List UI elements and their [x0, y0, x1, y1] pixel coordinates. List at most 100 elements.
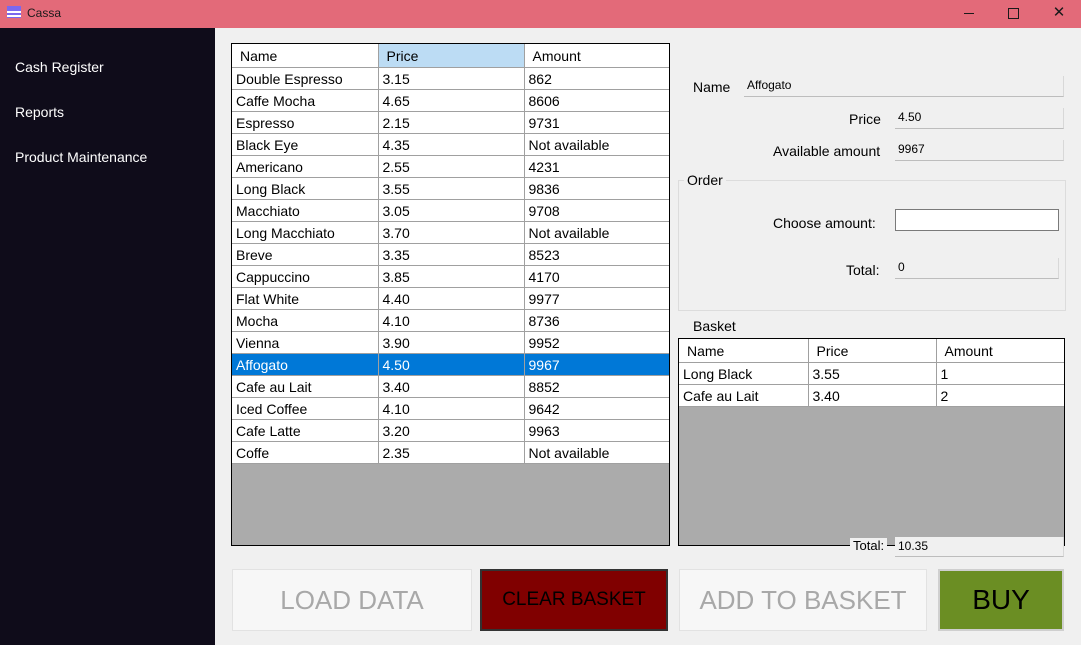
products-cell[interactable]: Affogato — [232, 353, 379, 376]
basket-cell[interactable]: 3.40 — [808, 384, 937, 407]
products-cell[interactable]: 2.35 — [378, 441, 525, 464]
products-row[interactable]: Black Eye 4.35 Not available — [232, 133, 669, 156]
add-to-basket-button[interactable]: ADD TO BASKET — [679, 569, 927, 631]
products-cell[interactable]: Cafe au Lait — [232, 375, 379, 398]
products-cell[interactable]: Iced Coffee — [232, 397, 379, 420]
basket-cell[interactable]: Long Black — [679, 362, 809, 385]
products-row[interactable]: Macchiato 3.05 9708 — [232, 199, 669, 222]
products-cell[interactable]: Cappuccino — [232, 265, 379, 288]
products-cell[interactable]: 8736 — [524, 309, 669, 332]
products-column-header[interactable]: Price — [378, 44, 525, 68]
products-cell[interactable]: 4.35 — [378, 133, 525, 156]
basket-column-header[interactable]: Amount — [936, 339, 1064, 363]
products-cell[interactable]: 4.40 — [378, 287, 525, 310]
products-column-header[interactable]: Amount — [524, 44, 669, 68]
products-cell[interactable]: 3.70 — [378, 221, 525, 244]
basket-row[interactable]: Cafe au Lait 3.40 2 — [679, 384, 1064, 407]
basket-cell[interactable]: 3.55 — [808, 362, 937, 385]
products-cell[interactable]: 4.50 — [378, 353, 525, 376]
products-row[interactable]: Americano 2.55 4231 — [232, 155, 669, 178]
products-row[interactable]: Long Macchiato 3.70 Not available — [232, 221, 669, 244]
basket-grid[interactable]: Name Price Amount Long Black 3.55 1 Cafe au L… — [678, 338, 1065, 546]
products-cell[interactable]: Cafe Latte — [232, 419, 379, 442]
products-cell[interactable]: 8523 — [524, 243, 669, 266]
products-cell[interactable]: 9731 — [524, 111, 669, 134]
buy-button[interactable]: BUY — [938, 569, 1064, 631]
products-row[interactable]: Espresso 2.15 9731 — [232, 111, 669, 134]
products-cell[interactable]: 9952 — [524, 331, 669, 354]
basket-cell[interactable]: Cafe au Lait — [679, 384, 809, 407]
products-row[interactable]: Vienna 3.90 9952 — [232, 331, 669, 354]
products-row[interactable]: Coffe 2.35 Not available — [232, 441, 669, 464]
products-row[interactable]: Double Espresso 3.15 862 — [232, 67, 669, 90]
maximize-button[interactable] — [990, 0, 1036, 28]
products-cell[interactable]: Breve — [232, 243, 379, 266]
products-cell[interactable]: Caffe Mocha — [232, 89, 379, 112]
sidebar-item-reports[interactable]: Reports — [15, 104, 64, 120]
products-row[interactable]: Flat White 4.40 9977 — [232, 287, 669, 310]
products-cell[interactable]: 4.10 — [378, 309, 525, 332]
products-cell[interactable]: 9967 — [524, 353, 669, 376]
price-field: 4.50 — [895, 108, 1064, 129]
products-cell[interactable]: 3.40 — [378, 375, 525, 398]
choose-amount-input[interactable] — [895, 209, 1059, 231]
products-row[interactable]: Cafe au Lait 3.40 8852 — [232, 375, 669, 398]
basket-column-header[interactable]: Price — [808, 339, 937, 363]
products-cell[interactable]: Macchiato — [232, 199, 379, 222]
products-cell[interactable]: 4170 — [524, 265, 669, 288]
products-cell[interactable]: 3.55 — [378, 177, 525, 200]
basket-row[interactable]: Long Black 3.55 1 — [679, 362, 1064, 385]
products-cell[interactable]: 3.15 — [378, 67, 525, 90]
clear-basket-button[interactable]: CLEAR BASKET — [480, 569, 668, 631]
products-cell[interactable]: 3.20 — [378, 419, 525, 442]
products-row[interactable]: Mocha 4.10 8736 — [232, 309, 669, 332]
load-data-button[interactable]: LOAD DATA — [232, 569, 472, 631]
products-cell[interactable]: 4231 — [524, 155, 669, 178]
products-cell[interactable]: Mocha — [232, 309, 379, 332]
products-cell[interactable]: Espresso — [232, 111, 379, 134]
products-cell[interactable]: Not available — [524, 441, 669, 464]
products-cell[interactable]: 2.55 — [378, 155, 525, 178]
products-cell[interactable]: 8606 — [524, 89, 669, 112]
products-row[interactable]: Iced Coffee 4.10 9642 — [232, 397, 669, 420]
minimize-button[interactable] — [946, 0, 992, 28]
products-cell[interactable]: 3.35 — [378, 243, 525, 266]
close-button[interactable]: ✕ — [1036, 0, 1081, 28]
products-row[interactable]: Caffe Mocha 4.65 8606 — [232, 89, 669, 112]
basket-cell[interactable]: 2 — [936, 384, 1064, 407]
products-cell[interactable]: Americano — [232, 155, 379, 178]
products-cell[interactable]: 2.15 — [378, 111, 525, 134]
products-cell[interactable]: Flat White — [232, 287, 379, 310]
products-cell[interactable]: 9642 — [524, 397, 669, 420]
products-cell[interactable]: Not available — [524, 133, 669, 156]
products-cell[interactable]: 4.65 — [378, 89, 525, 112]
products-column-header[interactable]: Name — [232, 44, 379, 68]
products-cell[interactable]: 3.85 — [378, 265, 525, 288]
products-cell[interactable]: Not available — [524, 221, 669, 244]
products-cell[interactable]: 862 — [524, 67, 669, 90]
products-cell[interactable]: 8852 — [524, 375, 669, 398]
products-row[interactable]: Cafe Latte 3.20 9963 — [232, 419, 669, 442]
products-cell[interactable]: Double Espresso — [232, 67, 379, 90]
products-row[interactable]: Breve 3.35 8523 — [232, 243, 669, 266]
sidebar-item-product-maintenance[interactable]: Product Maintenance — [15, 149, 147, 165]
products-cell[interactable]: 9836 — [524, 177, 669, 200]
products-cell[interactable]: Long Black — [232, 177, 379, 200]
products-row[interactable]: Affogato 4.50 9967 — [232, 353, 669, 376]
products-row[interactable]: Long Black 3.55 9836 — [232, 177, 669, 200]
products-cell[interactable]: 4.10 — [378, 397, 525, 420]
products-cell[interactable]: Black Eye — [232, 133, 379, 156]
products-cell[interactable]: Coffe — [232, 441, 379, 464]
products-cell[interactable]: 9708 — [524, 199, 669, 222]
products-row[interactable]: Cappuccino 3.85 4170 — [232, 265, 669, 288]
products-cell[interactable]: 3.05 — [378, 199, 525, 222]
sidebar-item-cash-register[interactable]: Cash Register — [15, 59, 104, 75]
basket-cell[interactable]: 1 — [936, 362, 1064, 385]
products-cell[interactable]: 3.90 — [378, 331, 525, 354]
products-cell[interactable]: 9977 — [524, 287, 669, 310]
products-cell[interactable]: Vienna — [232, 331, 379, 354]
products-cell[interactable]: 9963 — [524, 419, 669, 442]
products-cell[interactable]: Long Macchiato — [232, 221, 379, 244]
products-grid[interactable]: Name Price Amount Double Espresso 3.15 862 Ca… — [231, 43, 670, 546]
basket-column-header[interactable]: Name — [679, 339, 809, 363]
